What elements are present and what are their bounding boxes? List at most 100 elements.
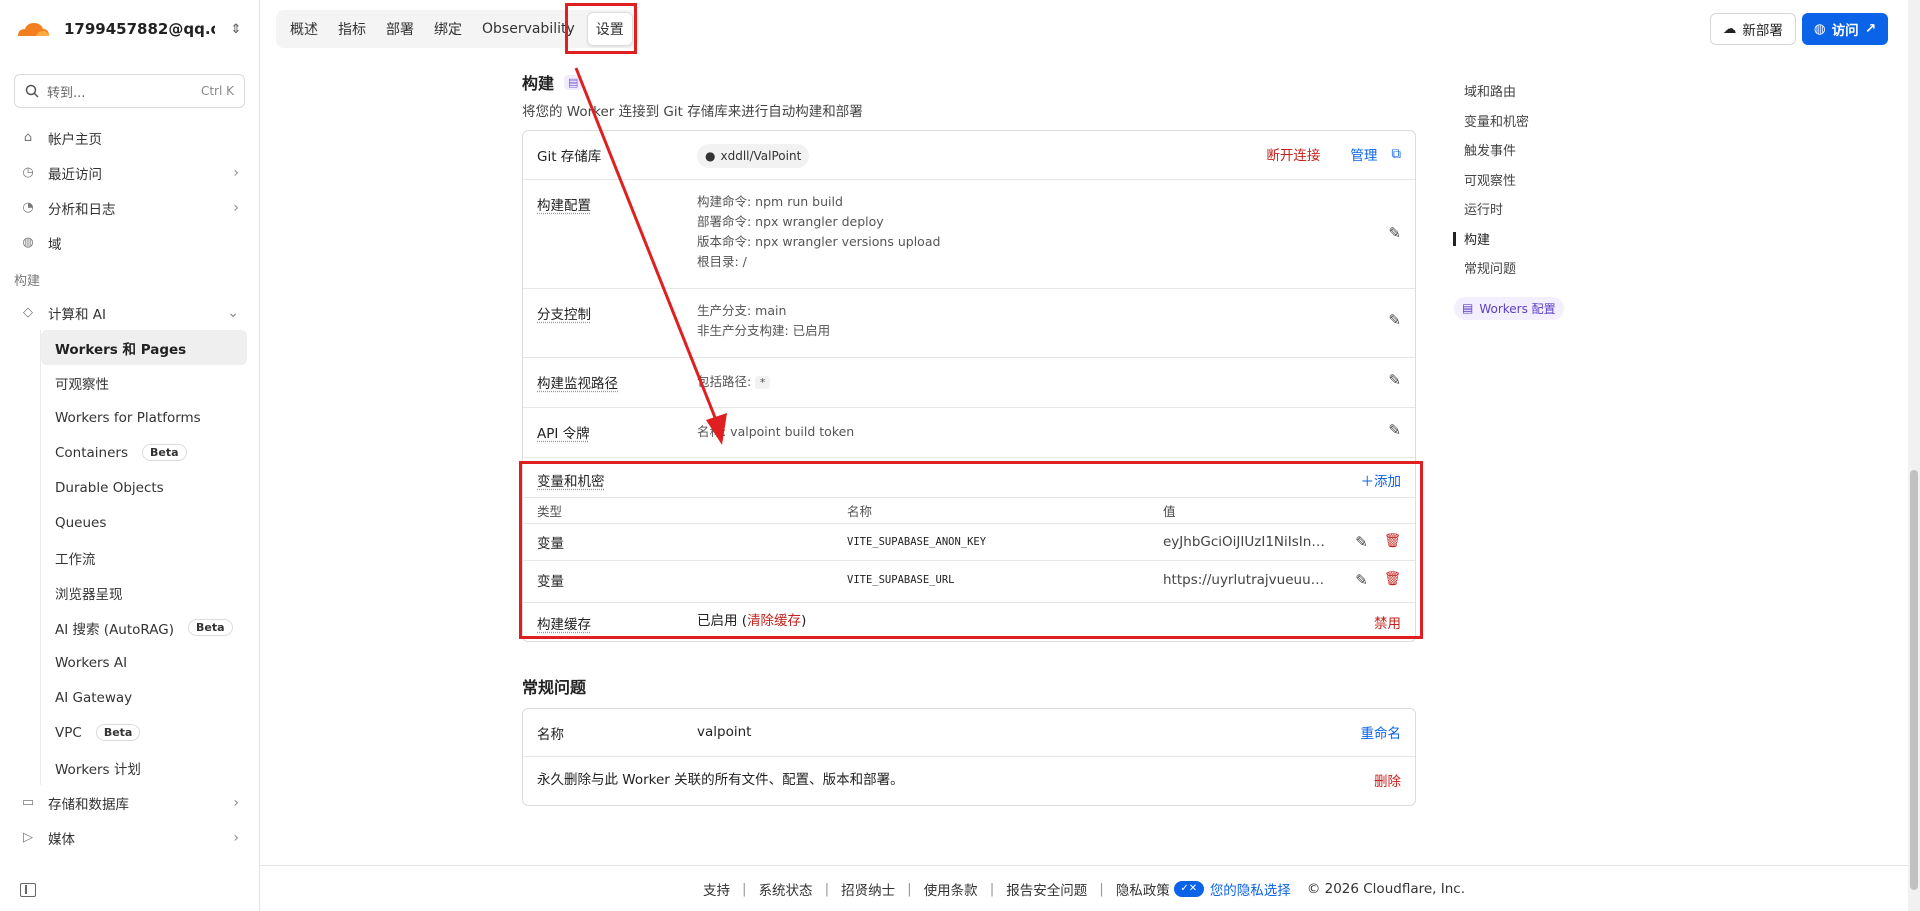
scrollbar-thumb[interactable] (1910, 470, 1918, 890)
external-link-icon[interactable]: ⧉ (1391, 146, 1401, 162)
root-directory: 根目录: / (697, 254, 747, 269)
sidebar-item-domains[interactable]: ◍ 域 (12, 225, 247, 260)
delete-button[interactable]: 删除 (1374, 770, 1401, 790)
edit-icon[interactable]: ✎ (1388, 224, 1401, 242)
sidebar-item-browser-rendering[interactable]: 浏览器呈现 (41, 575, 247, 610)
scrollbar[interactable] (1908, 0, 1920, 911)
sidebar-item-home[interactable]: ⌂ 帐户主页 (12, 120, 247, 155)
sidebar-item-workers-pages[interactable]: Workers 和 Pages (41, 330, 247, 365)
watch-paths-row: 构建监视路径 包括路径: * ✎ (523, 358, 1415, 408)
sidebar-item-containers[interactable]: Containers Beta (41, 435, 247, 470)
tab-bindings[interactable]: 绑定 (426, 13, 470, 45)
tab-deployments[interactable]: 部署 (378, 13, 422, 45)
sidebar-item-queues[interactable]: Queues (41, 505, 247, 540)
workers-config-chip[interactable]: ▤ Workers 配置 (1454, 296, 1564, 320)
tab-metrics[interactable]: 指标 (330, 13, 374, 45)
repo-pill[interactable]: ● xddll/ValPoint (697, 144, 810, 168)
sidebar: 1799457882@qq.co... ⇕ 转到... Ctrl K ⌂ 帐户主页… (0, 0, 260, 911)
nav-vars-secrets[interactable]: 变量和机密 (1454, 106, 1614, 136)
deploy-command: 部署命令: npx wrangler deploy (697, 214, 884, 229)
build-section-title: 构建 ▤ (522, 70, 1416, 94)
new-deploy-button[interactable]: ☁ 新部署 (1709, 13, 1796, 45)
footer-status[interactable]: 系统状态 (759, 879, 813, 899)
sidebar-item-compute[interactable]: ◇ 计算和 AI ⌄ (12, 295, 247, 330)
search-input[interactable]: 转到... Ctrl K (14, 74, 245, 108)
visit-label: 访问 (1831, 23, 1859, 39)
chevron-updown-icon[interactable]: ⇕ (227, 22, 245, 37)
sidebar-item-media[interactable]: ▷ 媒体 › (12, 820, 247, 855)
nav-runtime[interactable]: 运行时 (1454, 194, 1614, 224)
sidebar-item-recent[interactable]: ◷ 最近访问 › (12, 155, 247, 190)
collapse-sidebar-icon[interactable] (20, 883, 36, 897)
branch-row: 分支控制 生产分支: main 非生产分支构建: 已启用 ✎ (523, 289, 1415, 358)
sidebar-item-storage[interactable]: ▭ 存储和数据库 › (12, 785, 247, 820)
account-name: 1799457882@qq.co... (64, 20, 215, 38)
rename-button[interactable]: 重命名 (1361, 722, 1402, 742)
branch-values: 生产分支: main 非生产分支构建: 已启用 (697, 289, 1388, 341)
sidebar-section-build: 构建 (14, 274, 41, 289)
app-root: 1799457882@qq.co... ⇕ 转到... Ctrl K ⌂ 帐户主页… (0, 0, 1920, 911)
footer-careers[interactable]: 招贤纳士 (841, 879, 895, 899)
build-config-label: 构建配置 (537, 198, 591, 214)
sidebar-item-workers-ai[interactable]: Workers AI (41, 645, 247, 680)
footer-separator: | (1099, 880, 1104, 897)
sidebar-item-ai-gateway[interactable]: AI Gateway (41, 680, 247, 715)
footer-security[interactable]: 报告安全问题 (1006, 879, 1087, 899)
edit-icon[interactable]: ✎ (1388, 311, 1401, 329)
sidebar-item-observability[interactable]: 可观察性 (41, 365, 247, 400)
sidebar-item-workers-plans[interactable]: Workers 计划 (41, 750, 247, 785)
chevron-right-icon: › (233, 829, 239, 846)
sidebar-item-workers-platforms[interactable]: Workers for Platforms (41, 400, 247, 435)
sidebar-item-durable-objects[interactable]: Durable Objects (41, 470, 247, 505)
sidebar-item-label: 可观察性 (55, 376, 109, 393)
footer-separator: | (989, 880, 995, 897)
sidebar-item-vpc[interactable]: VPC Beta (41, 715, 247, 750)
settings-content: 构建 ▤ 将您的 Worker 连接到 Git 存储库来进行自动构建和部署 Git… (522, 70, 1416, 806)
search-placeholder: 转到... (47, 85, 86, 101)
nav-build[interactable]: 构建 (1453, 224, 1614, 254)
beta-badge: Beta (95, 724, 141, 741)
git-row: Git 存储库 ● xddll/ValPoint 断开连接 管理 ⧉ (523, 131, 1415, 180)
topbar: 概述 指标 部署 绑定 Observability 设置 ☁ 新部署 ◍ 访问 ↗ (260, 0, 1920, 58)
git-value: ● xddll/ValPoint (697, 131, 1266, 168)
manage-link[interactable]: 管理 (1350, 144, 1377, 164)
edit-watch: ✎ (1388, 358, 1401, 389)
sidebar-item-workflows[interactable]: 工作流 (41, 540, 247, 575)
sidebar-item-label: 媒体 (48, 831, 75, 848)
sidebar-item-analytics[interactable]: ◔ 分析和日志 › (12, 190, 247, 225)
sidebar-item-label: Workers 计划 (55, 761, 141, 778)
nav-observability[interactable]: 可观察性 (1454, 165, 1614, 195)
watch-paths-label: 构建监视路径 (537, 376, 618, 392)
nav-domains-routes[interactable]: 域和路由 (1454, 76, 1614, 106)
delete-actions: 删除 (1374, 757, 1401, 790)
api-token-label: API 令牌 (537, 426, 590, 442)
sidebar-item-label: 工作流 (55, 551, 96, 568)
sidebar-item-ai-search[interactable]: AI 搜索 (AutoRAG) Beta (41, 610, 247, 645)
sidebar-item-label: 帐户主页 (48, 131, 102, 148)
footer-terms[interactable]: 使用条款 (924, 879, 978, 899)
visit-button[interactable]: ◍ 访问 ↗ (1801, 13, 1888, 45)
name-row: 名称 valpoint 重命名 (523, 709, 1415, 757)
api-token-row: API 令牌 名称: valpoint build token ✎ (523, 408, 1415, 458)
nav-triggers[interactable]: 触发事件 (1454, 135, 1614, 165)
sidebar-item-label: 计算和 AI (48, 306, 107, 323)
build-config-values: 构建命令: npm run build 部署命令: npx wrangler d… (697, 180, 1388, 272)
external-arrow-icon: ↗ (1864, 21, 1876, 37)
git-actions: 断开连接 管理 ⧉ (1266, 131, 1401, 164)
book-icon[interactable]: ▤ (564, 74, 583, 90)
footer-support[interactable]: 支持 (703, 879, 730, 899)
cloudflare-logo (18, 23, 49, 36)
tab-overview[interactable]: 概述 (282, 13, 326, 45)
account-switcher[interactable]: 1799457882@qq.co... ⇕ (0, 0, 259, 58)
footer-privacy[interactable]: 隐私政策 (1116, 879, 1170, 899)
version-command: 版本命令: npx wrangler versions upload (697, 234, 941, 249)
disconnect-link[interactable]: 断开连接 (1266, 144, 1320, 164)
nav-compute: ◇ 计算和 AI ⌄ Workers 和 Pages 可观察性 Workers fo… (0, 295, 259, 855)
edit-branch: ✎ (1388, 289, 1401, 329)
sidebar-item-label: AI 搜索 (AutoRAG) (55, 621, 174, 638)
nav-general[interactable]: 常规问题 (1454, 253, 1614, 283)
edit-icon[interactable]: ✎ (1388, 421, 1401, 439)
footer-privacy-choice[interactable]: 您的隐私选择 (1210, 879, 1291, 899)
edit-icon[interactable]: ✎ (1388, 371, 1401, 389)
globe-icon: ◍ (22, 235, 34, 250)
